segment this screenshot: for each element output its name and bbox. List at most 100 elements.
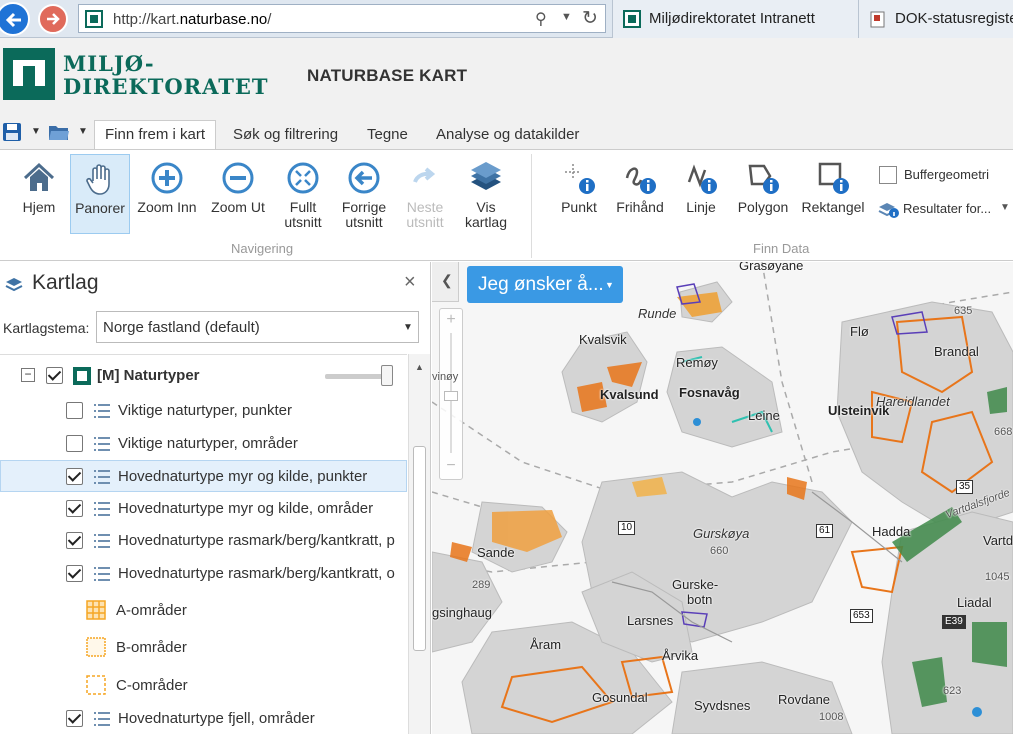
show-layers-button[interactable]: Vis kartlag — [460, 154, 512, 234]
ribbon-divider — [531, 154, 532, 258]
back-button[interactable] — [0, 2, 30, 36]
app-header: MILJØ- DIREKTORATET NATURBASE KART — [0, 38, 1013, 116]
document-favicon-icon — [870, 11, 885, 28]
elevation-label: 635 — [954, 305, 973, 317]
save-icon[interactable] — [2, 122, 22, 142]
panel-title: Kartlag — [32, 271, 99, 294]
layer-checkbox[interactable] — [66, 402, 83, 419]
legend-list-icon[interactable] — [94, 501, 110, 517]
full-extent-icon — [287, 162, 319, 194]
elevation-label: 289 — [472, 579, 491, 591]
elevation-label: 1008 — [819, 711, 844, 723]
results-caret-icon[interactable]: ▼ — [1000, 202, 1010, 213]
scrollbar-thumb[interactable] — [413, 446, 426, 651]
line-button[interactable]: Linje — [678, 154, 724, 234]
open-dropdown-caret-icon[interactable]: ▼ — [78, 126, 88, 137]
legend-list-icon[interactable] — [94, 436, 110, 452]
browser-toolbar: http://kart.naturbase.no/ ⚲ ▼ ↻ Miljødir… — [0, 0, 1013, 38]
place-label: Gurske- — [672, 577, 719, 592]
tab-tegne[interactable]: Tegne — [357, 121, 418, 149]
results-dropdown[interactable]: Resultater for... — [903, 201, 991, 216]
dropdown-caret-icon[interactable]: ▼ — [561, 11, 572, 23]
tab-finn-frem[interactable]: Finn frem i kart — [94, 120, 217, 150]
legend-list-icon[interactable] — [94, 566, 110, 582]
place-label: Sande — [477, 545, 515, 560]
pan-label: Panorer — [75, 200, 125, 216]
place-label: vinøy — [432, 371, 459, 383]
logo-text-line2: DIREKTORATET — [63, 74, 269, 99]
legend-list-icon[interactable] — [94, 403, 110, 419]
open-folder-icon[interactable] — [48, 123, 70, 141]
refresh-icon[interactable]: ↻ — [582, 7, 598, 30]
layer-checkbox[interactable] — [66, 468, 83, 485]
group-checkbox[interactable] — [46, 367, 63, 384]
close-icon[interactable]: × — [404, 271, 416, 294]
browser-tab-intranet[interactable]: Miljødirektoratet Intranett — [612, 0, 858, 38]
layer-row[interactable]: Viktige naturtyper, punkter — [0, 395, 407, 427]
layer-checkbox[interactable] — [66, 710, 83, 727]
layer-row[interactable]: Hovednaturtype myr og kilde, områder — [0, 493, 407, 525]
results-layers-icon — [878, 203, 899, 218]
layer-row[interactable]: Hovednaturtype rasmark/berg/kantkratt, p — [0, 525, 407, 557]
layer-checkbox[interactable] — [66, 500, 83, 517]
browser-tab-dok[interactable]: DOK-statusregiste — [858, 0, 1013, 38]
polygon-button[interactable]: Polygon — [734, 154, 792, 234]
layer-row[interactable]: Hovednaturtype rasmark/berg/kantkratt, o — [0, 558, 407, 590]
layer-list: − [M] Naturtyper Viktige naturtyper, pun… — [0, 354, 407, 734]
layer-label: Hovednaturtype myr og kilde, områder — [118, 500, 374, 517]
scrollbar[interactable]: ▲ — [408, 354, 430, 734]
place-label: Ulsteinvik — [828, 403, 890, 418]
collapse-panel-button[interactable]: ❮ — [432, 262, 459, 302]
legend-list-icon[interactable] — [94, 711, 110, 727]
freehand-button[interactable]: Frihånd — [612, 154, 668, 234]
ribbon-toolbar: Hjem Panorer Zoom Inn Zoom Ut Fullt utsni… — [0, 149, 1013, 261]
zoom-knob[interactable] — [444, 391, 458, 401]
legend-label: A-områder — [116, 602, 187, 619]
zoom-slider[interactable]: + − — [439, 308, 463, 480]
buffer-checkbox[interactable] — [879, 166, 897, 184]
layers-icon — [5, 278, 23, 292]
layer-checkbox[interactable] — [66, 435, 83, 452]
save-dropdown-caret-icon[interactable]: ▼ — [31, 126, 41, 137]
wish-dropdown-button[interactable]: Jeg ønsker å... ▼ — [467, 266, 623, 303]
logo-icon — [3, 48, 55, 100]
layer-row[interactable]: Viktige naturtyper, områder — [0, 428, 407, 460]
place-label: Leine — [748, 408, 780, 423]
home-button[interactable]: Hjem — [12, 154, 66, 234]
zoom-in-button[interactable]: Zoom Inn — [136, 154, 198, 234]
zoom-out-button[interactable]: Zoom Ut — [208, 154, 268, 234]
pan-button[interactable]: Panorer — [70, 154, 130, 234]
zoom-out-map-button[interactable]: − — [440, 457, 462, 475]
layer-label: Viktige naturtyper, punkter — [118, 402, 292, 419]
point-button[interactable]: Punkt — [555, 154, 603, 234]
zoom-in-map-button[interactable]: + — [440, 311, 462, 329]
address-bar[interactable]: http://kart.naturbase.no/ ⚲ ▼ ↻ — [78, 4, 606, 33]
layer-row[interactable]: Hovednaturtype fjell, områder — [0, 703, 407, 734]
tab-analyse[interactable]: Analyse og datakilder — [426, 121, 589, 149]
elevation-label: 668 — [994, 426, 1013, 438]
previous-extent-button[interactable]: Forrige utsnitt — [338, 154, 390, 234]
scroll-up-icon[interactable]: ▲ — [415, 362, 424, 372]
layer-checkbox[interactable] — [66, 532, 83, 549]
collapse-button[interactable]: − — [21, 368, 35, 382]
freehand-info-icon — [625, 167, 656, 194]
forward-button[interactable] — [38, 4, 68, 34]
next-extent-button[interactable]: Neste utsnitt — [400, 154, 450, 234]
theme-select[interactable]: Norge fastland (default) ▼ — [96, 311, 419, 343]
place-label: Gurskøya — [693, 526, 750, 541]
opacity-slider-handle[interactable] — [381, 365, 393, 386]
show-layers-label: Vis kartlag — [464, 199, 508, 230]
map-canvas[interactable]: ❮ Jeg ønsker å... ▼ + − Grasøyane Runde … — [432, 262, 1013, 734]
legend-item-b: B-områder — [0, 630, 407, 666]
opacity-slider[interactable] — [325, 374, 387, 379]
legend-list-icon[interactable] — [94, 533, 110, 549]
layer-checkbox[interactable] — [66, 565, 83, 582]
place-label: Flø — [850, 324, 869, 339]
layer-row-selected[interactable]: Hovednaturtype myr og kilde, punkter — [0, 460, 407, 492]
tab-sok-filtrering[interactable]: Søk og filtrering — [223, 121, 348, 149]
legend-list-icon[interactable] — [94, 469, 110, 485]
search-icon[interactable]: ⚲ — [535, 9, 547, 29]
next-arrow-icon — [413, 167, 436, 183]
rectangle-button[interactable]: Rektangel — [800, 154, 866, 234]
full-extent-button[interactable]: Fullt utsnitt — [278, 154, 328, 234]
